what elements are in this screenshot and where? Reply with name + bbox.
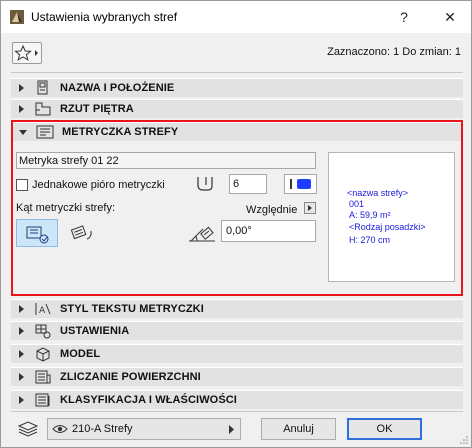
angle-icon xyxy=(187,223,217,245)
cancel-button[interactable]: Anuluj xyxy=(261,418,336,440)
panel-label: KLASYFIKACJA I WŁAŚCIWOŚCI xyxy=(60,394,237,406)
preview-area: A: 59,9 m² xyxy=(349,210,391,220)
zone-stamp-icon xyxy=(36,124,54,140)
stamp-name-value: Metryka strefy 01 22 xyxy=(19,155,119,167)
star-icon xyxy=(14,44,32,61)
preview-height: H: 270 cm xyxy=(349,235,391,245)
window-title: Ustawienia wybranych stref xyxy=(31,10,178,24)
collapse-arrow-icon xyxy=(19,130,27,135)
classification-icon xyxy=(34,392,52,408)
selection-info: Zaznaczono: 1 Do zmian: 1 xyxy=(327,46,461,58)
text-style-icon: A xyxy=(34,301,52,317)
panel-text-style[interactable]: A STYL TEKSTU METRYCZKI xyxy=(11,299,463,318)
relative-menu-button[interactable] xyxy=(304,202,316,214)
close-button[interactable]: ✕ xyxy=(440,7,460,27)
settings-icon xyxy=(34,323,52,339)
preview-zone-name: <nazwa strefy> xyxy=(347,188,409,198)
archicad-app-icon xyxy=(10,10,24,24)
panel-label: RZUT PIĘTRA xyxy=(60,103,134,115)
expand-arrow-icon xyxy=(19,305,24,313)
expand-arrow-icon xyxy=(19,350,24,358)
panel-name-position[interactable]: NAZWA I POŁOŻENIE xyxy=(11,78,463,97)
angle-label: Kąt metryczki strefy: xyxy=(16,202,116,214)
relative-label: Względnie xyxy=(246,204,298,216)
layers-icon xyxy=(17,419,39,439)
resize-grip-icon[interactable] xyxy=(459,435,469,445)
stamp-preview: <nazwa strefy> 001 A: 59,9 m² <Rodzaj po… xyxy=(328,152,455,282)
model-icon xyxy=(34,346,52,362)
expand-arrow-icon xyxy=(19,396,24,404)
separator xyxy=(11,411,463,412)
expand-arrow-icon xyxy=(19,327,24,335)
pen-color-divider xyxy=(290,179,292,189)
panel-settings[interactable]: USTAWIENIA xyxy=(11,321,463,340)
pen-icon xyxy=(194,173,216,195)
panel-label: STYL TEKSTU METRYCZKI xyxy=(60,303,204,315)
angle-mode-rotate-button[interactable] xyxy=(67,221,97,245)
chevron-right-icon xyxy=(228,425,236,434)
pen-number-value: 6 xyxy=(233,178,240,190)
panel-label: MODEL xyxy=(60,348,101,360)
panel-label: METRYCZKA STREFY xyxy=(62,126,179,138)
title-bar: Ustawienia wybranych stref ? ✕ xyxy=(1,1,471,33)
panel-label: NAZWA I POŁOŻENIE xyxy=(60,82,175,94)
same-pen-checkbox[interactable] xyxy=(16,179,28,191)
angle-input[interactable]: 0,00° xyxy=(221,220,316,242)
svg-text:A: A xyxy=(39,306,46,316)
stamp-fixed-angle-icon xyxy=(26,226,49,244)
stamp-name-field[interactable]: Metryka strefy 01 22 xyxy=(16,152,316,169)
help-button[interactable]: ? xyxy=(394,7,414,27)
pen-color-swatch xyxy=(297,179,311,189)
expand-arrow-icon xyxy=(19,84,24,92)
panel-floor-plan[interactable]: RZUT PIĘTRA xyxy=(11,99,463,118)
preview-floor-type: <Rodzaj posadzki> xyxy=(349,222,426,232)
panel-classification[interactable]: KLASYFIKACJA I WŁAŚCIWOŚCI xyxy=(11,390,463,409)
name-position-icon xyxy=(34,80,52,96)
expand-arrow-icon xyxy=(19,105,24,113)
panel-model[interactable]: MODEL xyxy=(11,344,463,363)
panel-label: USTAWIENIA xyxy=(60,325,130,337)
dialog-window: Ustawienia wybranych stref ? ✕ Zaznaczon… xyxy=(0,0,472,448)
favorites-button[interactable] xyxy=(12,42,42,64)
ok-button[interactable]: OK xyxy=(347,418,422,440)
preview-zone-number: 001 xyxy=(349,199,365,209)
panel-label: ZLICZANIE POWIERZCHNI xyxy=(60,371,201,383)
pen-number-input[interactable]: 6 xyxy=(229,174,267,194)
stamp-rotate-icon xyxy=(70,225,92,240)
expand-arrow-icon xyxy=(19,373,24,381)
angle-mode-fixed-button[interactable] xyxy=(16,219,58,247)
pen-color-picker[interactable] xyxy=(284,174,317,194)
area-calculation-icon xyxy=(34,369,52,385)
panel-area-calculation[interactable]: ZLICZANIE POWIERZCHNI xyxy=(11,367,463,386)
eye-icon xyxy=(52,423,68,435)
floor-plan-icon xyxy=(34,101,52,117)
panel-zone-stamp[interactable]: METRYCZKA STREFY xyxy=(13,122,461,141)
layer-value: 210-A Strefy xyxy=(72,423,133,435)
separator xyxy=(11,72,463,73)
layer-dropdown[interactable]: 210-A Strefy xyxy=(47,418,241,440)
same-pen-label: Jednakowe pióro metryczki xyxy=(32,179,165,191)
angle-value: 0,00° xyxy=(226,225,252,237)
